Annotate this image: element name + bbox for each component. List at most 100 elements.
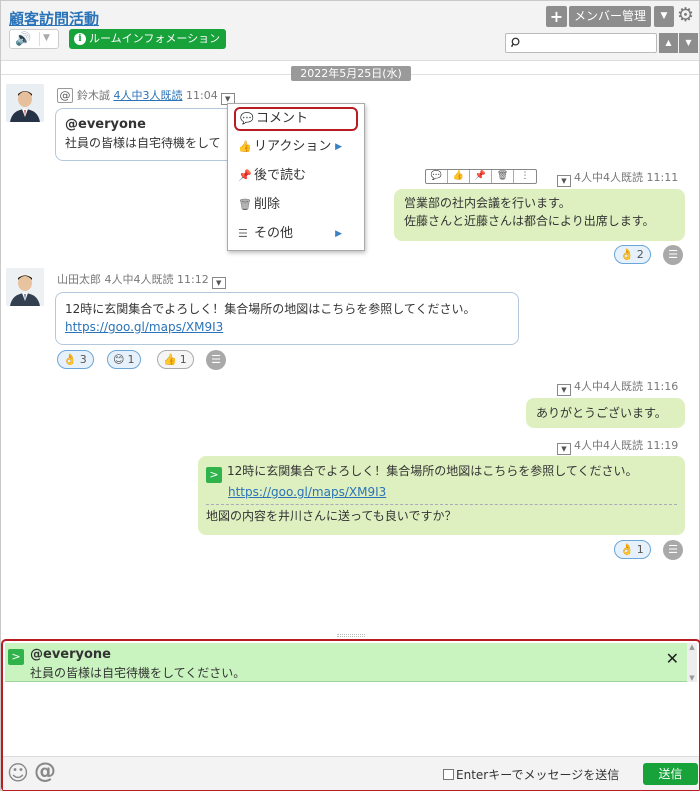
reaction-count: 1 xyxy=(127,353,135,366)
message-bubble: >12時に玄関集合でよろしく！集合場所の地図はこちらを参照してください。 htt… xyxy=(198,456,685,535)
quote-icon: > xyxy=(8,649,24,665)
avatar[interactable] xyxy=(6,84,44,122)
enter-to-send-option[interactable]: Enterキーでメッセージを送信 xyxy=(443,766,619,783)
ok-hand-icon: 👌 xyxy=(63,353,77,366)
message-meta: ▼ 4人中4人既読 11:19 xyxy=(557,437,678,455)
message-text: 社員の皆様は自宅待機をして xyxy=(65,136,221,150)
quoted-text: 12時に玄関集合でよろしく！集合場所の地図はこちらを参照してください。 xyxy=(227,464,638,478)
message-bubble: 営業部の社内会議を行います。 佐藤さんと近藤さんは都合により出席します。 xyxy=(394,189,685,241)
message-bubble: ありがとうございます。 xyxy=(526,398,685,428)
message-meta: @ 鈴木誠 4人中3人既読 11:04 ▼ xyxy=(57,87,235,105)
message-mention: @everyone xyxy=(65,117,146,132)
search-icon xyxy=(511,37,520,48)
menu-item-label: リアクション xyxy=(254,139,332,154)
comment-icon: 💬 xyxy=(240,112,254,125)
room-header: 顧客訪問活動 🔊 ▼ i ルームインフォメーション + メンバー管理 ▼ ⚙ ▲… xyxy=(1,1,699,61)
menu-item-label: 後で読む xyxy=(254,168,307,183)
menu-lines-icon: ☰ xyxy=(238,227,248,240)
message-text: 地図の内容を井川さんに送っても良いですか？ xyxy=(206,509,457,523)
at-mention-icon: @ xyxy=(57,88,73,103)
map-link[interactable]: https://goo.gl/maps/XM9I3 xyxy=(65,320,223,334)
menu-item-label: その他 xyxy=(254,226,294,241)
reply-quote: > @everyone 社員の皆様は自宅待機をしてください。 ✕ xyxy=(5,643,689,682)
quoted-message: >12時に玄関集合でよろしく！集合場所の地図はこちらを参照してください。 xyxy=(206,462,677,483)
search-box xyxy=(505,33,657,53)
message-time: 11:11 xyxy=(646,171,679,184)
trash-icon[interactable]: 🗑 xyxy=(492,170,514,183)
reaction-menu-button[interactable]: ☰ xyxy=(663,245,683,265)
map-link[interactable]: https://goo.gl/maps/XM9I3 xyxy=(228,485,386,499)
room-info-label: ルームインフォメーション xyxy=(89,32,221,45)
thumbs-up-icon[interactable]: 👍 xyxy=(448,170,470,183)
enter-to-send-checkbox[interactable] xyxy=(443,769,454,780)
search-prev-button[interactable]: ▲ xyxy=(659,33,678,53)
member-management-button[interactable]: メンバー管理 xyxy=(569,6,651,27)
reaction-count: 1 xyxy=(636,543,644,556)
close-icon[interactable]: ✕ xyxy=(666,649,679,668)
chevron-down-icon[interactable]: ▼ xyxy=(43,33,50,43)
message-time: 11:16 xyxy=(646,380,679,393)
thumbs-up-icon: 👍 xyxy=(163,353,177,366)
sender-name: 鈴木誠 xyxy=(77,89,110,102)
at-icon[interactable]: @ xyxy=(34,760,56,784)
more-icon[interactable]: ⋮ xyxy=(514,170,536,183)
room-info-button[interactable]: i ルームインフォメーション xyxy=(69,29,227,49)
compose-footer: ☺ @ Enterキーでメッセージを送信 送信 xyxy=(3,756,699,790)
ok-hand-icon: 👌 xyxy=(620,248,634,261)
reaction-count: 2 xyxy=(636,248,644,261)
message-context-menu: 💬 コメント 👍 リアクション ▶ 📌 後で読む 🗑 削除 ☰ その他 ▶ xyxy=(227,103,365,251)
read-status: 4人中4人既読 xyxy=(574,380,643,393)
search-input[interactable] xyxy=(526,35,654,51)
read-status: 4人中4人既読 xyxy=(574,439,643,452)
reaction-badge[interactable]: 😊 1 xyxy=(107,350,142,369)
menu-item-reaction[interactable]: 👍 リアクション ▶ xyxy=(234,135,358,159)
menu-item-other[interactable]: ☰ その他 ▶ xyxy=(234,222,358,246)
compose-area: > @everyone 社員の皆様は自宅待機をしてください。 ✕ ▲ ▼ ☺ @… xyxy=(1,639,700,791)
message-menu-button[interactable]: ▼ xyxy=(557,384,571,396)
quote-divider xyxy=(206,504,677,505)
reaction-badge[interactable]: 👍 1 xyxy=(157,350,194,369)
message-menu-button[interactable]: ▼ xyxy=(557,443,571,455)
reaction-badge[interactable]: 👌 1 xyxy=(614,540,651,559)
reaction-badge[interactable]: 👌 2 xyxy=(614,245,651,264)
gear-icon[interactable]: ⚙ xyxy=(677,4,694,26)
add-button[interactable]: + xyxy=(546,6,567,27)
message-meta: ▼ 4人中4人既読 11:11 xyxy=(557,169,678,187)
message-input[interactable] xyxy=(7,685,697,755)
menu-item-label: コメント xyxy=(256,111,309,126)
speaker-icon: 🔊 xyxy=(15,32,32,47)
date-divider: 2022年5月25日(水) xyxy=(1,66,699,82)
message-menu-button[interactable]: ▼ xyxy=(211,277,226,289)
reaction-menu-button[interactable]: ☰ xyxy=(206,350,226,370)
pin-icon[interactable]: 📌 xyxy=(470,170,492,183)
menu-item-comment[interactable]: 💬 コメント xyxy=(234,107,358,131)
scrollbar[interactable]: ▲ ▼ xyxy=(687,643,697,682)
menu-item-read-later[interactable]: 📌 後で読む xyxy=(234,164,358,188)
trash-icon: 🗑 xyxy=(238,198,252,211)
info-icon: i xyxy=(74,33,86,45)
read-status-link[interactable]: 4人中3人既読 xyxy=(114,89,183,102)
message-bubble: 12時に玄関集合でよろしく！集合場所の地図はこちらを参照してください。 http… xyxy=(55,292,519,345)
reaction-menu-button[interactable]: ☰ xyxy=(663,540,683,560)
read-status: 4人中4人既読 xyxy=(574,171,643,184)
avatar[interactable] xyxy=(6,268,44,306)
send-button[interactable]: 送信 xyxy=(643,763,698,785)
resize-handle[interactable] xyxy=(337,634,365,637)
member-dropdown-button[interactable]: ▼ xyxy=(654,6,674,27)
sound-toggle-button[interactable]: 🔊 ▼ xyxy=(9,29,59,49)
message-text: 佐藤さんと近藤さんは都合により出席します。 xyxy=(404,214,655,228)
chevron-down-icon: ▼ xyxy=(660,11,668,21)
chevron-down-icon[interactable]: ▼ xyxy=(687,674,697,682)
quote-icon: > xyxy=(206,467,222,483)
chevron-up-icon[interactable]: ▲ xyxy=(687,643,697,651)
comment-icon[interactable]: 💬 xyxy=(426,170,448,183)
room-title[interactable]: 顧客訪問活動 xyxy=(9,8,99,29)
menu-item-delete[interactable]: 🗑 削除 xyxy=(234,193,358,217)
read-status: 4人中4人既読 xyxy=(104,273,174,286)
smile-icon[interactable]: ☺ xyxy=(7,761,29,785)
reaction-badge[interactable]: 👌 3 xyxy=(57,350,94,369)
reply-quote-text: 社員の皆様は自宅待機をしてください。 xyxy=(30,666,246,680)
search-next-button[interactable]: ▼ xyxy=(679,33,698,53)
message-menu-button[interactable]: ▼ xyxy=(557,175,571,187)
message-text: 12時に玄関集合でよろしく！集合場所の地図はこちらを参照してください。 xyxy=(65,302,476,316)
